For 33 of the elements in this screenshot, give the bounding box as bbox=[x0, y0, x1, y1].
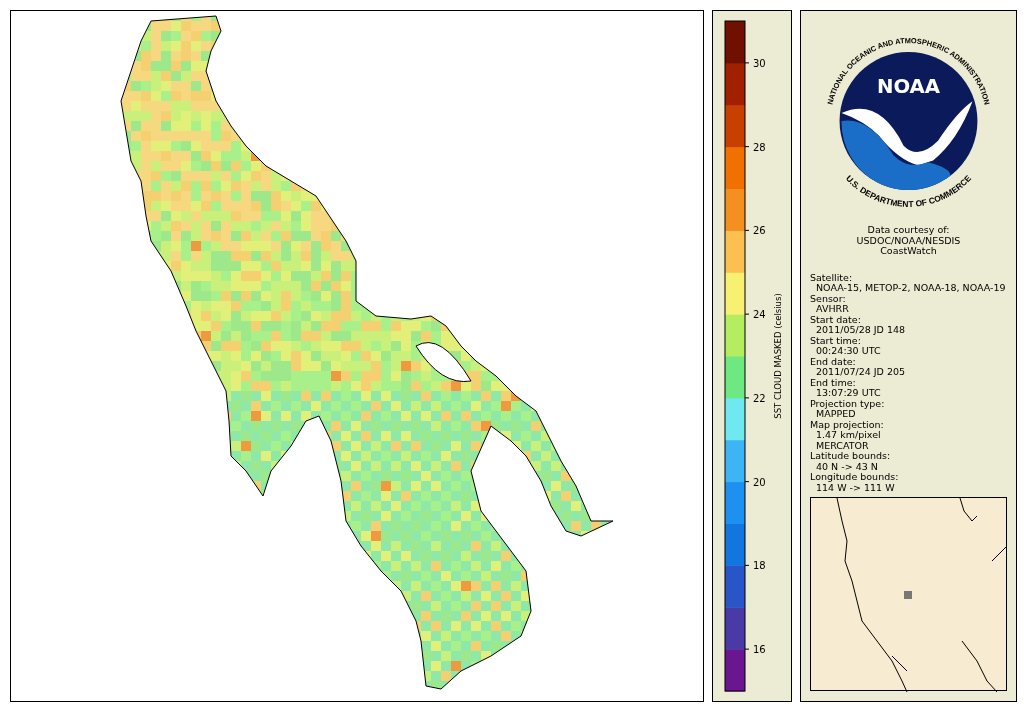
field-label: Satellite: bbox=[810, 272, 854, 283]
credit-text: USDOC/NOAA/NESDIS bbox=[856, 235, 961, 246]
credit-text: CoastWatch bbox=[880, 246, 937, 257]
field-value: 40 N -> 43 N bbox=[815, 461, 879, 472]
field-value: 00:24:30 UTC bbox=[815, 346, 882, 357]
field-value: 114 W -> 111 W bbox=[816, 482, 896, 493]
field-value: MAPPED bbox=[816, 409, 856, 420]
field-value: 1.47 km/pixel bbox=[816, 430, 881, 441]
field-label: Map projection: bbox=[810, 419, 885, 430]
scale-axis-label: SST CLOUD MASKED (celsius) bbox=[773, 293, 783, 419]
field-label: Longitude bounds: bbox=[810, 472, 900, 483]
scale-tick-label: 18 bbox=[753, 560, 766, 572]
field-label: Start time: bbox=[810, 335, 862, 346]
scale-tick-label: 24 bbox=[753, 309, 766, 321]
field-label: Projection type: bbox=[810, 398, 886, 409]
scale-tick-label: 20 bbox=[753, 476, 766, 488]
field-value: NOAA-15, METOP-2, NOAA-18, NOAA-19 bbox=[815, 283, 1007, 294]
field-label: End time: bbox=[810, 377, 857, 388]
field-value: 13:07:29 UTC bbox=[815, 388, 882, 399]
scale-tick-label: 30 bbox=[753, 57, 766, 69]
field-value: AVHRR bbox=[815, 304, 850, 315]
scale-tick-label: 16 bbox=[753, 644, 766, 656]
field-label: Latitude bounds: bbox=[810, 451, 892, 462]
field-label: Sensor: bbox=[810, 293, 847, 304]
scale-tick-label: 22 bbox=[753, 392, 766, 404]
credit-text: Data courtesy of: bbox=[867, 225, 950, 236]
field-value: MERCATOR bbox=[815, 440, 869, 451]
field-value: 2011/05/28 JD 148 bbox=[815, 325, 907, 336]
field-label: Start date: bbox=[810, 314, 862, 325]
scale-tick-label: 26 bbox=[753, 225, 766, 237]
scale-tick-label: 28 bbox=[753, 141, 766, 153]
field-label: End date: bbox=[810, 356, 857, 367]
field-value: 2011/07/24 JD 205 bbox=[815, 367, 907, 378]
